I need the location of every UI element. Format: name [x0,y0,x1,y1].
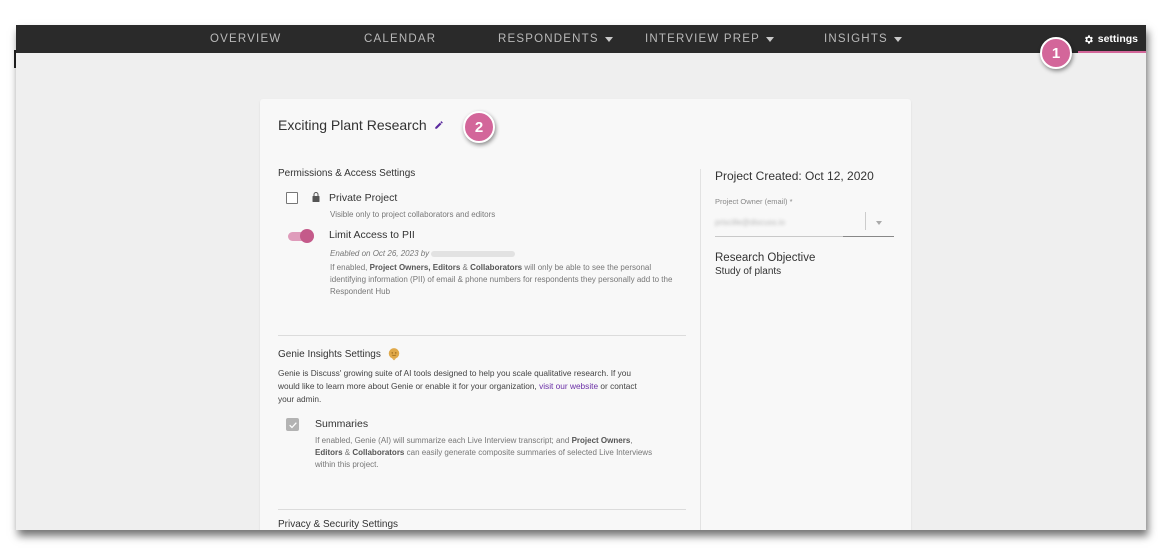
summaries-label: Summaries [315,418,369,430]
limit-pii-label: Limit Access to PII [329,229,415,241]
description-text: & [462,263,468,272]
project-settings-card: Exciting Plant Research Permissions & Ac… [260,99,911,530]
field-underline [715,236,843,237]
settings-active-indicator [1078,51,1146,53]
description-roles: Collaborators [470,263,523,272]
description-roles: Editors [315,448,343,457]
nav-item-interview-prep[interactable]: INTERVIEW PREP [645,25,774,53]
nav-item-label: RESPONDENTS [498,33,599,45]
project-owner-label: Project Owner (email) * [715,197,793,206]
caret-down-icon [604,36,613,42]
description-text: & [344,448,351,457]
toggle-knob [300,229,314,243]
nav-item-label: INTERVIEW PREP [645,33,760,45]
caret-down-icon [893,36,902,42]
genie-heading: Genie Insights Settings [278,347,401,361]
top-nav: OVERVIEW CALENDAR RESPONDENTS INTERVIEW … [16,25,1146,53]
chevron-down-icon [876,221,882,225]
summaries-description: If enabled, Genie (AI) will summarize ea… [315,435,660,471]
settings-button[interactable]: settings [1083,25,1138,53]
settings-label: settings [1097,33,1138,45]
private-project-checkbox[interactable] [286,192,298,204]
pencil-icon[interactable] [434,120,444,130]
genie-icon [388,348,400,361]
app-window: OVERVIEW CALENDAR RESPONDENTS INTERVIEW … [16,25,1146,530]
visit-website-link[interactable]: visit our website [539,381,598,391]
gear-icon [1084,34,1093,44]
project-created-date: Project Created: Oct 12, 2020 [715,169,874,183]
section-divider [278,335,686,336]
description-text: If enabled, [330,263,368,272]
summaries-checkbox[interactable] [286,418,299,431]
caret-down-icon [766,36,774,42]
description-text: , [630,436,633,445]
dropdown-separator [865,212,866,230]
private-project-label: Private Project [329,192,398,204]
field-underline-active [843,236,894,237]
private-project-description: Visible only to project collaborators an… [330,210,496,219]
nav-item-respondents[interactable]: RESPONDENTS [498,25,613,53]
description-roles: Project Owners [571,436,631,445]
annotation-badge-1: 1 [1040,37,1072,69]
limit-pii-enabled-date: Enabled on Oct 26, 2023 by [330,248,516,260]
column-divider [700,169,701,530]
privacy-heading: Privacy & Security Settings [278,519,399,530]
description-roles: Project Owners, Editors [369,263,461,272]
genie-heading-text: Genie Insights Settings [278,348,381,360]
redacted-email [431,250,516,257]
section-divider [278,509,686,510]
genie-description: Genie is Discuss' growing suite of AI to… [278,367,638,406]
nav-item-insights[interactable]: INSIGHTS [824,25,902,53]
annotation-badge-2: 2 [463,111,495,143]
nav-item-calendar[interactable]: CALENDAR [364,25,436,53]
project-title-text: Exciting Plant Research [278,117,427,133]
nav-item-label: CALENDAR [364,33,437,45]
permissions-heading: Permissions & Access Settings [278,168,416,179]
checkmark-icon [288,421,297,428]
nav-item-label: INSIGHTS [824,33,888,45]
enabled-date-text: Enabled on Oct 26, 2023 by [330,249,430,258]
research-objective-value: Study of plants [715,266,782,277]
limit-pii-description: If enabled, Project Owners, Editors & Co… [330,262,680,298]
description-roles: Collaborators [352,448,405,457]
research-objective-heading: Research Objective [715,252,816,264]
nav-item-label: OVERVIEW [210,33,282,45]
description-text: If enabled, Genie (AI) will summarize ea… [315,436,570,445]
project-owner-value: priscille@discuss.io [715,218,785,227]
lock-icon [312,192,320,202]
nav-item-overview[interactable]: OVERVIEW [210,25,281,53]
project-title: Exciting Plant Research [278,117,444,133]
